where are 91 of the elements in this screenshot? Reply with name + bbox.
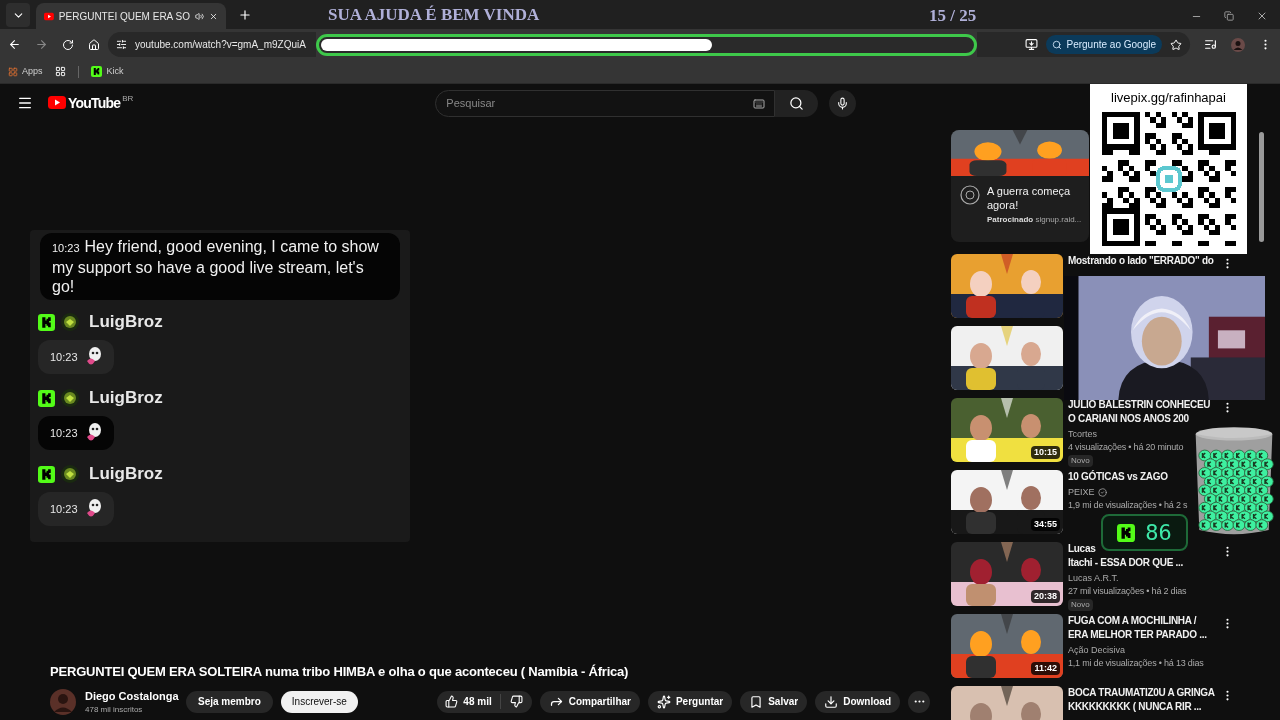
video-title[interactable]: FUGA COM A MOCHILINHA /	[1068, 615, 1197, 626]
chat-message-text: 10:23 Hey friend, good evening, I came to show my support so have a good live stream, let's go!	[52, 237, 380, 296]
kick-count: 86	[1145, 519, 1172, 547]
new-tab-icon[interactable]	[238, 8, 252, 22]
address-bar[interactable]: youtube.com/watch?v=gmA_m9ZQuiA	[108, 32, 316, 57]
ask-google-button[interactable]: Pergunte ao Google	[1046, 35, 1162, 54]
video-title[interactable]: Mostrando o lado "ERRADO" do	[1068, 255, 1214, 266]
mic-icon	[836, 96, 850, 110]
home-icon[interactable]	[88, 38, 100, 51]
bookmark-star-icon[interactable]	[1170, 38, 1182, 51]
chat-time: 10:23	[50, 501, 78, 517]
ghost-emote-icon	[85, 499, 102, 519]
subscriber-count: 478 mil inscritos	[85, 704, 144, 716]
search-button[interactable]	[775, 89, 819, 117]
menu-icon[interactable]	[17, 95, 33, 111]
chat-username: LuigBroz	[89, 463, 163, 486]
search-icon	[789, 95, 805, 111]
video-title[interactable]: ERA MELHOR TER PARADO ...	[1068, 629, 1207, 640]
ad-domain: signup.raid...	[1035, 215, 1082, 224]
keyboard-icon[interactable]	[753, 97, 766, 110]
bookmark[interactable]: Apps	[8, 64, 43, 79]
kick-badge-icon	[38, 313, 55, 331]
action-button[interactable]: Perguntar	[647, 690, 733, 713]
goal-count: 15 / 25	[929, 5, 977, 27]
channel-name[interactable]: Ação Decisiva	[1068, 644, 1126, 657]
video-stats: 1,1 mi de visualizações • há 13 dias	[1068, 657, 1205, 670]
search-field[interactable]: Pesquisar	[435, 89, 776, 117]
chat-username: LuigBroz	[89, 387, 163, 410]
chat-time: 10:23	[50, 425, 78, 441]
channel-name[interactable]: Diego Costalonga	[85, 687, 180, 704]
sparkle-icon	[656, 694, 671, 709]
video-title[interactable]: 10 GÓTICAS vs ZAGO	[1068, 471, 1168, 482]
browser-tab[interactable]: PERGUNTEI QUEM ERA SO	[36, 3, 226, 29]
download-icon	[824, 694, 839, 709]
video-title[interactable]: KKKKKKKKK ( NUNCA RIR ...	[1068, 701, 1202, 712]
new-badge: Novo	[1068, 599, 1093, 611]
bookmark-icon	[749, 694, 764, 709]
action-button[interactable]: Salvar	[740, 690, 808, 713]
more-actions-button[interactable]	[908, 690, 930, 713]
ghost-emote-icon	[85, 347, 102, 367]
join-button[interactable]: Seja membro	[186, 690, 273, 713]
video-title[interactable]: Lucas	[1068, 543, 1096, 554]
ghost-emote-icon	[85, 423, 102, 443]
video-title: PERGUNTEI QUEM ERA SOLTEIRA numa tribo HIMBA e olha o que aconteceu ( Namíbia - África)	[50, 663, 630, 681]
advertiser-logo-icon	[959, 184, 981, 206]
video-stats: 1,9 mi de visualizações • há 2 s	[1068, 499, 1189, 512]
sponsored-label: Patrocinado	[987, 215, 1034, 224]
video-title[interactable]: JULIO BALESTRIN CONHECEU	[1068, 399, 1211, 410]
youtube-logo-icon	[48, 95, 66, 109]
thumbs-down-icon	[509, 695, 523, 709]
bookmark[interactable]: Kick	[90, 64, 124, 79]
reload-icon[interactable]	[62, 38, 74, 51]
speaker-icon[interactable]	[194, 10, 204, 22]
install-icon	[1025, 38, 1039, 51]
avatar-icon	[61, 313, 79, 331]
back-icon[interactable]	[8, 38, 21, 51]
action-button[interactable]: Download	[815, 690, 900, 713]
close-window-icon[interactable]	[1256, 10, 1268, 22]
new-badge: Novo	[1068, 455, 1093, 467]
youtube-favicon-icon	[44, 11, 54, 21]
subscribe-button[interactable]: Inscrever-se	[280, 690, 358, 713]
kick-icon	[90, 66, 102, 77]
media-controls-icon[interactable]	[1204, 38, 1217, 51]
lens-icon	[1052, 39, 1063, 50]
ad-card[interactable]: A guerra começa agora! Patrocinado signup.raid...	[951, 130, 1089, 242]
action-button[interactable]: Compartilhar	[539, 690, 640, 713]
thumbs-up-icon	[445, 695, 459, 709]
site-settings-icon	[116, 39, 127, 50]
tab-groups-icon[interactable]	[54, 66, 66, 77]
channel-name[interactable]: PEIXE	[1068, 486, 1095, 499]
video-title[interactable]: BOCA TRAUMATIZ0U A GRINGA	[1068, 687, 1215, 698]
avatar-icon	[61, 389, 79, 407]
tab-list-button[interactable]	[6, 3, 30, 27]
voice-search-button[interactable]	[829, 89, 857, 117]
restore-icon[interactable]	[1224, 11, 1234, 21]
video-title[interactable]: O CARIANI NOS ANOS 200	[1068, 413, 1189, 424]
avatar-icon	[61, 465, 79, 483]
video-title[interactable]: Itachi - ESSA DOR QUE ...	[1068, 557, 1183, 568]
channel-name[interactable]: Lucas A.R.T.	[1068, 572, 1119, 585]
goal-title: SUA AJUDA É BEM VINDA	[328, 4, 540, 26]
video-stats: 27 mil visualizações • há 2 dias	[1068, 585, 1188, 598]
apps-icon	[8, 66, 18, 77]
ad-title[interactable]: A guerra começa agora!	[987, 184, 1077, 212]
kick-logo-icon	[1117, 523, 1136, 542]
channel-name[interactable]: Tcortes	[1068, 428, 1097, 441]
kick-badge-icon	[38, 465, 55, 483]
forward-icon[interactable]	[35, 38, 48, 51]
kick-badge-icon	[38, 389, 55, 407]
video-stats: 4 visualizações • há 20 minuto	[1068, 441, 1185, 454]
chat-time: 10:23	[50, 349, 78, 365]
chat-username: LuigBroz	[89, 311, 163, 334]
